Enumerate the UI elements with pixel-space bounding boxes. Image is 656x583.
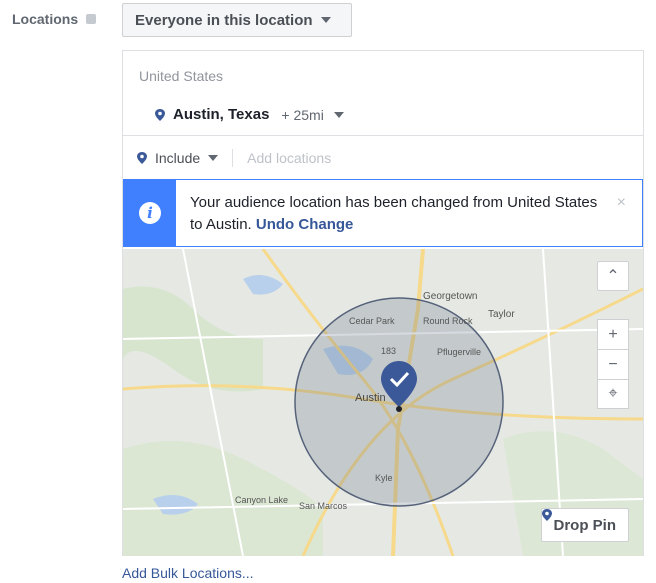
include-row: Include Add locations — [137, 149, 331, 167]
map-label-san-marcos: San Marcos — [299, 501, 348, 511]
radius-value: + 25mi — [281, 106, 324, 123]
map-label-canyon-lake: Canyon Lake — [235, 495, 288, 505]
divider-vertical — [232, 149, 234, 167]
map-label-austin: Austin — [355, 392, 386, 404]
location-pin-icon — [155, 108, 165, 121]
include-pin-icon — [137, 152, 147, 164]
map-label-kyle: Kyle — [375, 473, 393, 483]
zoom-out-button[interactable]: − — [597, 349, 629, 379]
notice-text: Your audience location has been changed … — [190, 194, 598, 233]
add-locations-input[interactable]: Add locations — [247, 150, 331, 166]
map-label-183: 183 — [381, 346, 396, 356]
map-controls: ⌃ + − ⌖ — [597, 261, 629, 409]
drop-pin-icon — [541, 509, 552, 521]
zoom-in-button[interactable]: + — [597, 319, 629, 349]
radius-selector[interactable]: + 25mi — [281, 107, 323, 123]
chevron-up-icon[interactable]: ⌃ — [597, 261, 629, 291]
undo-change-link[interactable]: Undo Change — [256, 216, 354, 233]
locations-label-text: Locations — [12, 11, 79, 27]
close-icon[interactable]: × — [617, 194, 626, 212]
map-label-taylor: Taylor — [488, 309, 515, 320]
selected-location: Austin, Texas + 25mi — [155, 106, 344, 123]
location-panel: United States Austin, Texas + 25mi Inclu… — [122, 50, 644, 556]
map-label-round-rock: Round Rock — [423, 316, 473, 326]
audience-type-dropdown[interactable]: Everyone in this location — [122, 3, 352, 37]
location-map[interactable]: Georgetown Taylor Cedar Park Round Rock … — [123, 249, 643, 556]
drop-pin-label: Drop Pin — [553, 516, 617, 534]
drop-pin-button[interactable]: Drop Pin — [540, 508, 629, 542]
notice-icon-box: i — [124, 180, 176, 246]
info-icon[interactable] — [86, 14, 97, 24]
map-label-cedar-park: Cedar Park — [349, 316, 395, 326]
locate-icon[interactable]: ⌖ — [597, 379, 629, 409]
divider — [123, 135, 643, 136]
zoom-controls: + − ⌖ — [597, 319, 629, 409]
city-name: Austin, Texas — [173, 106, 270, 123]
include-dropdown[interactable]: Include — [155, 150, 200, 166]
add-bulk-locations-link[interactable]: Add Bulk Locations... — [122, 565, 254, 581]
country-heading: United States — [139, 68, 224, 84]
audience-type-value: Everyone in this location — [135, 11, 313, 29]
chevron-down-icon — [320, 17, 331, 23]
include-chevron-icon[interactable] — [208, 155, 219, 161]
location-change-notice: i Your audience location has been change… — [123, 179, 643, 247]
notice-message: Your audience location has been changed … — [176, 180, 614, 246]
info-circle-icon: i — [139, 202, 161, 224]
map-label-georgetown: Georgetown — [423, 291, 477, 302]
map-label-pflugerville: Pflugerville — [437, 347, 481, 357]
radius-chevron-icon[interactable] — [333, 111, 344, 118]
locations-label: Locations — [12, 11, 97, 27]
